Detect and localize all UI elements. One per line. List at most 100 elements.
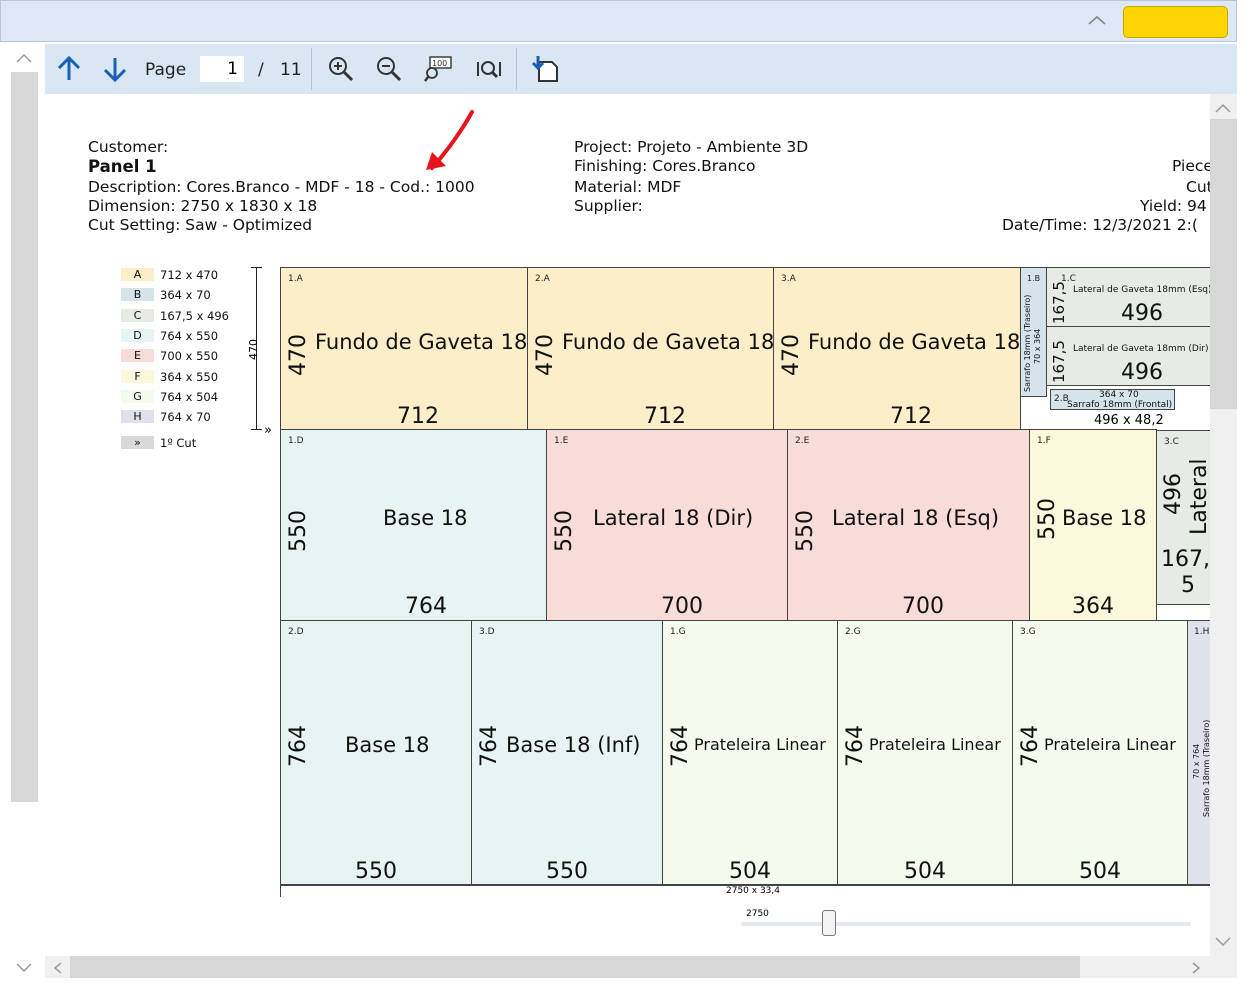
piece-3a[interactable]: 3.A 470 Fundo de Gaveta 18 712 [773, 267, 1021, 430]
customer-label: Customer: [88, 138, 169, 156]
legend-swatch-f: F [121, 370, 154, 383]
scroll-right-arrow-icon[interactable] [1190, 961, 1202, 975]
piece-1c[interactable]: 1.C 167,5 Lateral de Gaveta 18mm (Esq) 4… [1046, 267, 1210, 327]
legend-swatch-d: D [121, 329, 154, 342]
piece-id: 1.G [670, 627, 686, 637]
legend-swatch-a: A [121, 268, 154, 281]
piece-name: Lateral 18 (Esq) [832, 506, 1000, 530]
piece-width: 700 [661, 594, 703, 619]
piece-2b[interactable]: 2.B 364 x 70 Sarrafo 18mm (Frontal) [1050, 389, 1175, 410]
export-document-icon [531, 56, 558, 82]
legend-size-f: 364 x 550 [160, 370, 219, 384]
piece-2c[interactable]: 167,5 Lateral de Gaveta 18mm (Dir) 496 [1046, 326, 1210, 386]
piece-name: Lateral de Gaveta 18mm (Dir) [1073, 344, 1209, 354]
vertical-scrollbar-thumb[interactable] [1210, 119, 1237, 409]
piece-width: 504 [904, 859, 946, 884]
page-number-input[interactable] [200, 56, 244, 82]
piece-1b[interactable]: 1.B Sarrafo 18mm (Traseiro) 70 x 364 [1020, 267, 1047, 397]
piece-height: 550 [1035, 498, 1060, 540]
highlight-button[interactable] [1123, 6, 1228, 38]
piece-name: Lateral 18 (Dir) [593, 506, 754, 530]
zoom-slider-track[interactable] [741, 922, 1191, 926]
piece-3d[interactable]: 3.D 764 Base 18 (Inf) 550 [471, 620, 663, 885]
piece-height: 470 [533, 334, 558, 376]
legend-size-a: 712 x 470 [160, 268, 219, 282]
chevron-up-icon[interactable] [1087, 14, 1107, 26]
piece-2a[interactable]: 2.A 470 Fundo de Gaveta 18 712 [527, 267, 774, 430]
piece-name: Sarrafo 18mm (Traseiro) [1202, 719, 1210, 817]
zoom-100-icon: 100 [424, 56, 452, 82]
zoom-slider-thumb[interactable] [822, 910, 836, 936]
piece-id: 3.D [479, 627, 495, 637]
piece-width: 496 [1121, 360, 1163, 385]
piece-height: 550 [793, 510, 818, 552]
waste-piece-label: 496 x 48,2 [1094, 413, 1164, 428]
piece-id: 2.A [535, 274, 550, 284]
horizontal-scrollbar-thumb[interactable] [70, 956, 1080, 978]
piece-id: 2.G [845, 627, 861, 637]
panel-title: Panel 1 [88, 157, 157, 176]
cut-setting-text: Cut Setting: Saw - Optimized [88, 216, 313, 234]
piece-3g[interactable]: 3.G 764 Prateleira Linear 504 [1012, 620, 1188, 885]
zoom-out-button[interactable] [373, 44, 405, 94]
piece-3c[interactable]: 3.C 496 Lateral 167, 5 [1156, 430, 1210, 605]
zoom-in-icon [329, 57, 354, 82]
piece-1e[interactable]: 1.E 550 Lateral 18 (Dir) 700 [546, 429, 788, 621]
piece-id: 3.G [1020, 627, 1036, 637]
piece-width-cont: 5 [1181, 573, 1195, 598]
scroll-up-arrow-icon[interactable] [15, 52, 33, 64]
supplier-text: Supplier: [574, 197, 643, 215]
piece-1f[interactable]: 1.F 550 Base 18 364 [1029, 429, 1157, 621]
datetime-text: Date/Time: 12/3/2021 2:( [1002, 216, 1198, 234]
scroll-up-arrow-icon[interactable] [1214, 102, 1232, 114]
piece-width: 167, [1161, 547, 1210, 572]
strip-cut-marker: » [264, 423, 272, 438]
piece-height: 470 [779, 334, 804, 376]
scroll-down-arrow-icon[interactable] [1214, 936, 1232, 948]
piece-dims: 70 x 364 [1033, 328, 1042, 364]
legend-size-cut: 1º Cut [160, 436, 197, 450]
finishing-text: Finishing: Cores.Branco [574, 157, 756, 175]
left-scrollbar-thumb[interactable] [11, 72, 38, 802]
piece-id: 3.C [1164, 437, 1179, 447]
piece-1d[interactable]: 1.D 550 Base 18 764 [280, 429, 547, 621]
piece-name: Sarrafo 18mm (Frontal) [1067, 400, 1173, 410]
scroll-down-arrow-icon[interactable] [15, 962, 33, 974]
piece-1a[interactable]: 1.A 470 Fundo de Gaveta 18 712 [280, 267, 528, 430]
piece-height: 470 [286, 334, 311, 376]
piece-width: 712 [890, 404, 932, 429]
waste-strip-label: 2750 x 33,4 [726, 886, 780, 896]
piece-2d[interactable]: 2.D 764 Base 18 550 [280, 620, 472, 885]
piece-name: Prateleira Linear [1044, 735, 1176, 754]
piece-height: 764 [843, 725, 868, 767]
report-page: Customer: Panel 1 Description: Cores.Bra… [52, 94, 1210, 956]
page-label: Page [145, 60, 187, 80]
piece-width: 504 [729, 859, 771, 884]
export-button[interactable] [528, 44, 562, 94]
piece-height: 167,5 [1050, 281, 1068, 324]
piece-width: 496 [1121, 301, 1163, 326]
project-text: Project: Projeto - Ambiente 3D [574, 138, 809, 156]
toolbar-separator [311, 48, 312, 90]
previous-page-button[interactable] [53, 44, 85, 94]
piece-width: 712 [397, 404, 439, 429]
svg-text:100: 100 [432, 59, 447, 68]
actual-size-button[interactable]: 100 [422, 44, 454, 94]
fit-page-button[interactable] [473, 44, 505, 94]
piece-name: Base 18 [383, 506, 468, 530]
piece-height: 496 [1161, 473, 1186, 515]
zoom-in-button[interactable] [325, 44, 357, 94]
legend-swatch-e: E [121, 349, 154, 362]
scroll-left-arrow-icon[interactable] [52, 961, 64, 975]
piece-name: Sarrafo 18mm (Traseiro) [1023, 294, 1032, 392]
piece-1g[interactable]: 1.G 764 Prateleira Linear 504 [662, 620, 838, 885]
legend-swatch-cut: » [121, 436, 154, 449]
piece-id: 1.H [1194, 627, 1210, 637]
piece-2g[interactable]: 2.G 764 Prateleira Linear 504 [837, 620, 1013, 885]
toolbar-separator [516, 48, 517, 90]
piece-1h[interactable]: 1.H 70 x 764 Sarrafo 18mm (Traseiro) [1187, 620, 1210, 885]
piece-name: Fundo de Gaveta 18 [808, 330, 1021, 354]
piece-2e[interactable]: 2.E 550 Lateral 18 (Esq) 700 [787, 429, 1030, 621]
next-page-button[interactable] [99, 44, 131, 94]
piece-height: 764 [668, 725, 693, 767]
